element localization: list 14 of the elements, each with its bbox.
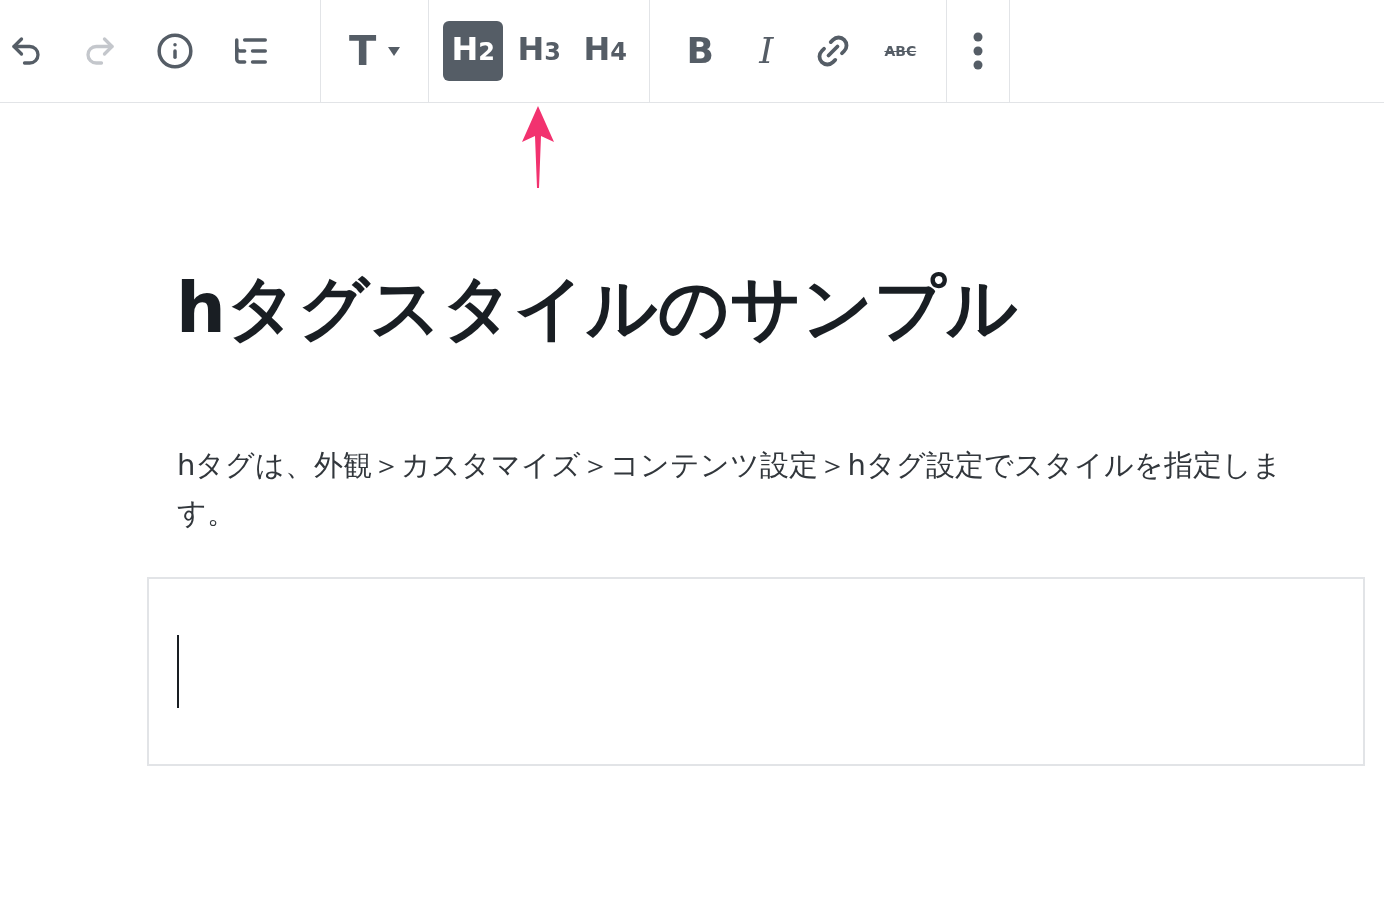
block-type-button[interactable]: T xyxy=(349,31,401,71)
bold-button[interactable]: B xyxy=(682,33,719,69)
caret-icon xyxy=(388,46,401,56)
heading-level-button[interactable]: H4 xyxy=(575,21,636,81)
more-options-button[interactable] xyxy=(973,32,984,70)
paragraph-text: hタグは、外観＞カスタマイズ＞コンテンツ設定＞hタグ設定でスタイルを指定します。 xyxy=(177,447,1283,532)
post-title: hタグスタイルのサンプル xyxy=(176,273,1019,343)
italic-button[interactable]: I xyxy=(748,33,785,69)
heading-level-button[interactable]: H2 xyxy=(443,21,504,81)
strikethrough-button[interactable]: ABC xyxy=(882,44,919,58)
info-button[interactable] xyxy=(156,32,194,70)
vertical-dots-icon xyxy=(973,32,984,70)
arrow-annotation-icon xyxy=(521,106,556,188)
heading-level-button[interactable]: H3 xyxy=(509,21,570,81)
